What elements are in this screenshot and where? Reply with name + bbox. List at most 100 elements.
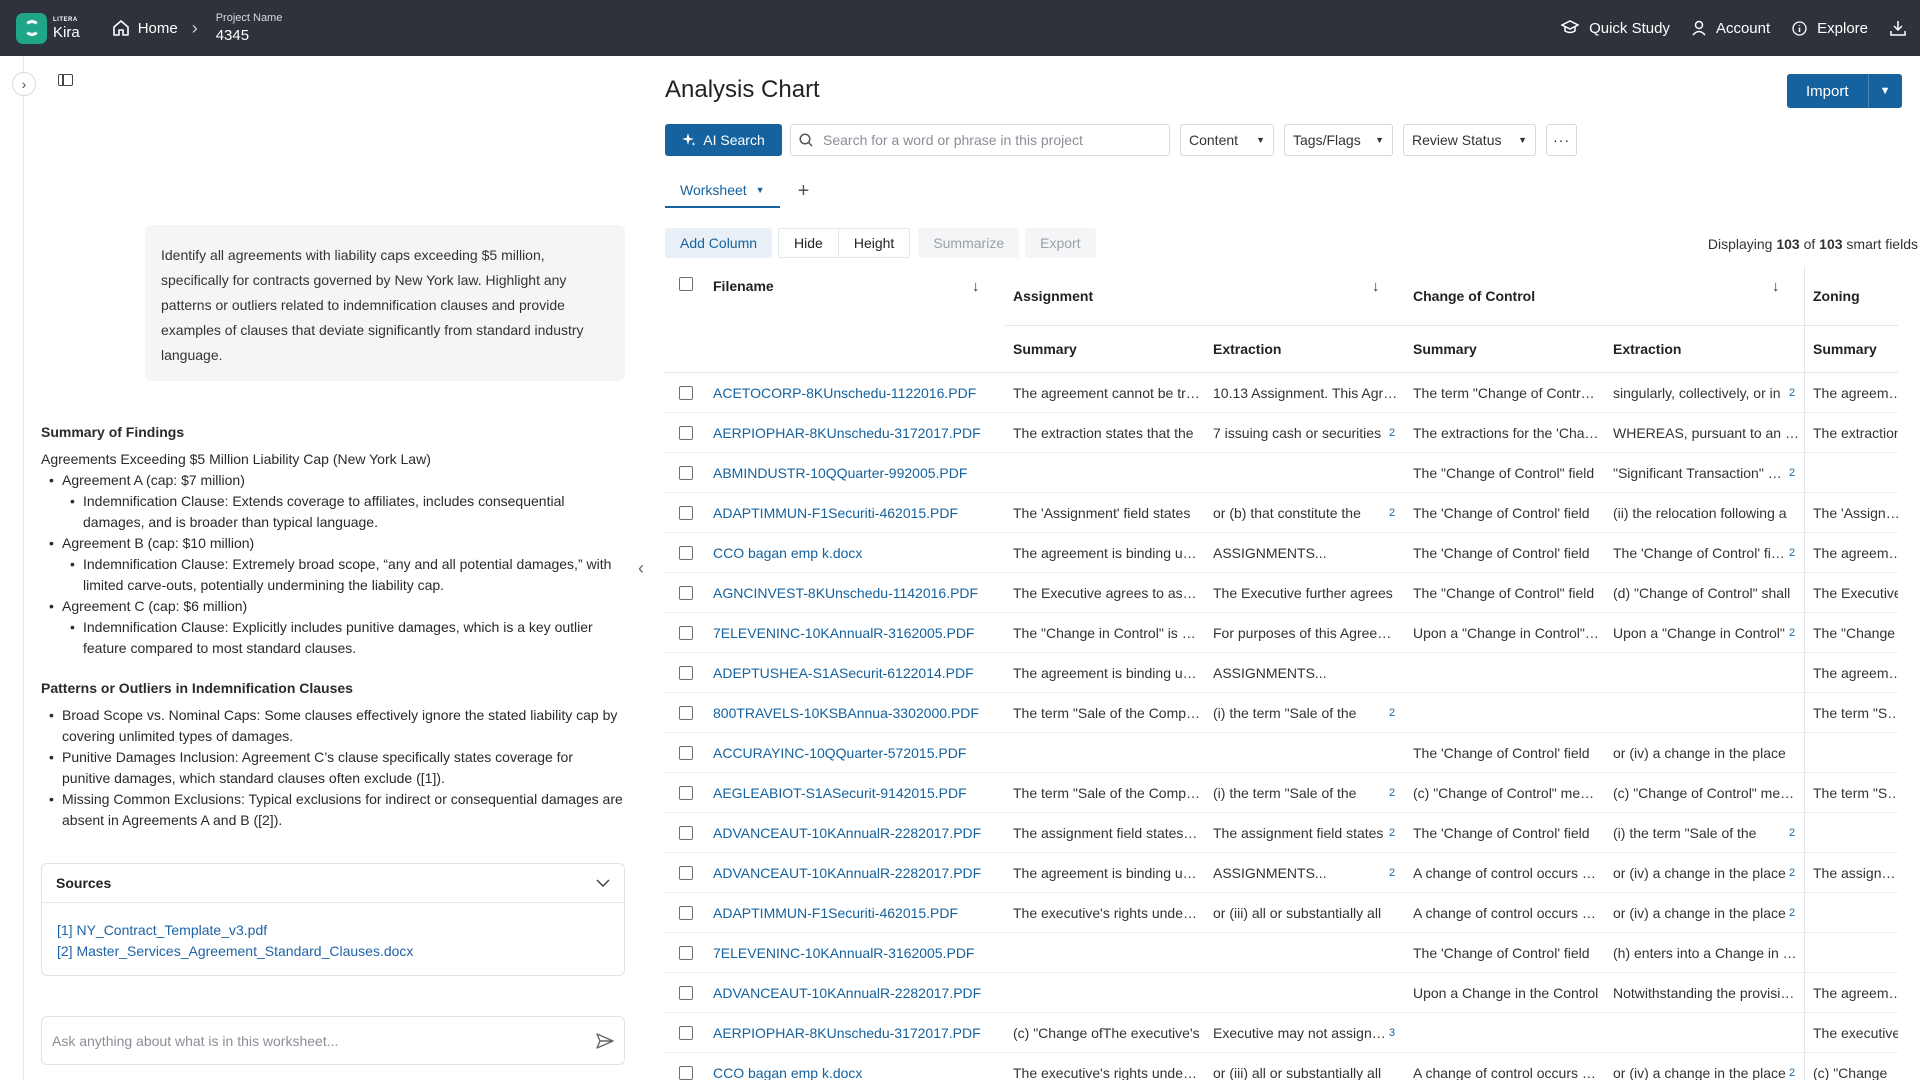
table-row[interactable]: AEGLEABIOT-S1ASecurit-9142015.PDF The ter…	[665, 773, 1898, 813]
height-button[interactable]: Height	[838, 228, 911, 258]
assignment-extraction-cell[interactable]: ASSIGNMENTS...	[1213, 653, 1401, 693]
table-row[interactable]: 7ELEVENINC-10KAnnualR-3162005.PDF The "Ch…	[665, 613, 1898, 653]
table-row[interactable]: ACCURAYINC-10QQuarter-572015.PDF The 'Cha…	[665, 733, 1898, 773]
zoning-summary-cell[interactable]	[1813, 453, 1898, 493]
table-row[interactable]: ADAPTIMMUN-F1Securiti-462015.PDF The exec…	[665, 893, 1898, 933]
assignment-extraction-cell[interactable]: ASSIGNMENTS...	[1213, 853, 1387, 893]
filename-cell[interactable]: ADAPTIMMUN-F1Securiti-462015.PDF	[713, 493, 1001, 533]
assignment-extraction-cell[interactable]	[1213, 733, 1401, 773]
assignment-summary-cell[interactable]: The agreement cannot be transferred	[1013, 373, 1201, 413]
coc-extraction-cell[interactable]: (i) the term "Sale of the	[1613, 813, 1787, 853]
assignment-summary-cell[interactable]: The agreement is binding upon	[1013, 853, 1201, 893]
table-row[interactable]: 7ELEVENINC-10KAnnualR-3162005.PDF The 'Ch…	[665, 933, 1898, 973]
assignment-extraction-cell[interactable]: 10.13 Assignment. This Agreement	[1213, 373, 1401, 413]
collapse-panel-chevron-icon[interactable]: ‹	[638, 558, 644, 579]
ai-search-button[interactable]: AI Search	[665, 124, 782, 156]
row-checkbox[interactable]	[679, 746, 693, 760]
table-row[interactable]: CCO bagan emp k.docx The agreement is bin…	[665, 533, 1898, 573]
row-checkbox[interactable]	[679, 386, 693, 400]
filename-cell[interactable]: 7ELEVENINC-10KAnnualR-3162005.PDF	[713, 933, 1001, 973]
download-button[interactable]	[1890, 20, 1906, 36]
coc-extraction-cell[interactable]: The 'Change of Control' field	[1613, 533, 1787, 573]
zoning-summary-cell[interactable]: The Executive	[1813, 573, 1898, 613]
source-link[interactable]: [2] Master_Services_Agreement_Standard_C…	[57, 941, 609, 962]
search-input[interactable]: Search for a word or phrase in this proj…	[790, 124, 1170, 156]
more-options-button[interactable]: ···	[1546, 124, 1577, 156]
filename-cell[interactable]: ADVANCEAUT-10KAnnualR-2282017.PDF	[713, 813, 1001, 853]
col-change-of-control-header[interactable]: Change of Control	[1413, 286, 1535, 306]
zoning-summary-cell[interactable]: (c) "Change	[1813, 1053, 1898, 1080]
hide-button[interactable]: Hide	[778, 228, 839, 258]
row-checkbox[interactable]	[679, 826, 693, 840]
assignment-extraction-cell[interactable]: (i) the term "Sale of the	[1213, 693, 1387, 733]
zoning-summary-cell[interactable]: The extraction	[1813, 413, 1898, 453]
assignment-extraction-cell[interactable]: ASSIGNMENTS...	[1213, 533, 1401, 573]
coc-summary-cell[interactable]: A change of control occurs when	[1413, 1053, 1601, 1080]
filename-cell[interactable]: AGNCINVEST-8KUnschedu-1142016.PDF	[713, 573, 1001, 613]
coc-summary-cell[interactable]	[1413, 1013, 1601, 1053]
assignment-summary-cell[interactable]: The term "Sale of the Company"	[1013, 773, 1201, 813]
assignment-extraction-cell[interactable]: or (iii) all or substantially all	[1213, 893, 1401, 933]
filename-cell[interactable]: AERPIOPHAR-8KUnschedu-3172017.PDF	[713, 413, 1001, 453]
table-row[interactable]: 800TRAVELS-10KSBAnnua-3302000.PDF The ter…	[665, 693, 1898, 733]
filename-cell[interactable]: 800TRAVELS-10KSBAnnua-3302000.PDF	[713, 693, 1001, 733]
coc-summary-cell[interactable]: The term "Change of Control" means	[1413, 373, 1601, 413]
extraction-count-badge[interactable]: 3	[1389, 1026, 1395, 1040]
row-checkbox[interactable]	[679, 1066, 693, 1080]
assignment-extraction-cell[interactable]: (i) the term "Sale of the	[1213, 773, 1387, 813]
import-dropdown-button[interactable]: ▼	[1867, 74, 1902, 108]
row-checkbox[interactable]	[679, 1026, 693, 1040]
assignment-extraction-cell[interactable]	[1213, 453, 1401, 493]
coc-summary-cell[interactable]	[1413, 653, 1601, 693]
filename-cell[interactable]: CCO bagan emp k.docx	[713, 1053, 1001, 1080]
extraction-count-badge[interactable]: 2	[1789, 1066, 1795, 1080]
assignment-summary-cell[interactable]: The assignment field states that	[1013, 813, 1201, 853]
assignment-extraction-cell[interactable]: Executive may not assign this	[1213, 1013, 1387, 1053]
coc-summary-cell[interactable]: The "Change of Control" field	[1413, 453, 1601, 493]
tags-flags-dropdown[interactable]: Tags/Flags ▼	[1284, 124, 1393, 156]
filename-cell[interactable]: ADVANCEAUT-10KAnnualR-2282017.PDF	[713, 973, 1001, 1013]
source-link[interactable]: [1] NY_Contract_Template_v3.pdf	[57, 920, 609, 941]
row-checkbox[interactable]	[679, 946, 693, 960]
assignment-summary-cell[interactable]: The Executive agrees to assign	[1013, 573, 1201, 613]
extraction-count-badge[interactable]: 2	[1389, 706, 1395, 720]
coc-extraction-cell[interactable]: (c) "Change of Control" means	[1613, 773, 1801, 813]
review-status-dropdown[interactable]: Review Status ▼	[1403, 124, 1536, 156]
zoning-summary-cell[interactable]	[1813, 893, 1898, 933]
zoning-summary-cell[interactable]: The agreement	[1813, 373, 1898, 413]
assignment-summary-cell[interactable]: The executive's rights under this	[1013, 1053, 1201, 1080]
table-row[interactable]: AERPIOPHAR-8KUnschedu-3172017.PDF The ext…	[665, 413, 1898, 453]
zoning-summary-cell[interactable]	[1813, 933, 1898, 973]
add-tab-button[interactable]: +	[798, 180, 810, 203]
extraction-count-badge[interactable]: 2	[1789, 826, 1795, 840]
zoning-summary-cell[interactable]: The agreement	[1813, 653, 1898, 693]
col-assignment-header[interactable]: Assignment	[1013, 286, 1093, 306]
assignment-summary-cell[interactable]: The agreement is binding upon	[1013, 533, 1201, 573]
filename-cell[interactable]: ABMINDUSTR-10QQuarter-992005.PDF	[713, 453, 1001, 493]
table-row[interactable]: ADVANCEAUT-10KAnnualR-2282017.PDF The ass…	[665, 813, 1898, 853]
assignment-summary-cell[interactable]: The "Change in Control" is defined	[1013, 613, 1201, 653]
filename-cell[interactable]: ACETOCORP-8KUnschedu-1122016.PDF	[713, 373, 1001, 413]
assignment-extraction-cell[interactable]: or (b) that constitute the	[1213, 493, 1387, 533]
row-checkbox[interactable]	[679, 626, 693, 640]
coc-extraction-cell[interactable]: (h) enters into a Change in Control	[1613, 933, 1801, 973]
coc-extraction-cell[interactable]: singularly, collectively, or in	[1613, 373, 1787, 413]
assignment-summary-cell[interactable]	[1013, 973, 1201, 1013]
row-checkbox[interactable]	[679, 586, 693, 600]
sources-header[interactable]: Sources	[42, 864, 624, 903]
extraction-count-badge[interactable]: 2	[1389, 506, 1395, 520]
assignment-extraction-cell[interactable]: 7 issuing cash or securities	[1213, 413, 1387, 453]
extraction-count-badge[interactable]: 2	[1389, 786, 1395, 800]
assignment-summary-cell[interactable]: The term "Sale of the Company"	[1013, 693, 1201, 733]
sort-arrow-icon[interactable]: ↓	[972, 278, 980, 295]
row-checkbox[interactable]	[679, 866, 693, 880]
extraction-count-badge[interactable]: 2	[1389, 866, 1395, 880]
zoning-summary-cell[interactable]: The 'Assignment'	[1813, 493, 1898, 533]
zoning-summary-cell[interactable]: The assignment	[1813, 853, 1898, 893]
coc-extraction-cell[interactable]: (ii) the relocation following a	[1613, 493, 1801, 533]
tab-worksheet[interactable]: Worksheet ▼	[665, 174, 780, 208]
extraction-count-badge[interactable]: 2	[1789, 626, 1795, 640]
assignment-summary-cell[interactable]: The extraction states that the	[1013, 413, 1201, 453]
row-checkbox[interactable]	[679, 426, 693, 440]
extraction-count-badge[interactable]: 2	[1789, 546, 1795, 560]
